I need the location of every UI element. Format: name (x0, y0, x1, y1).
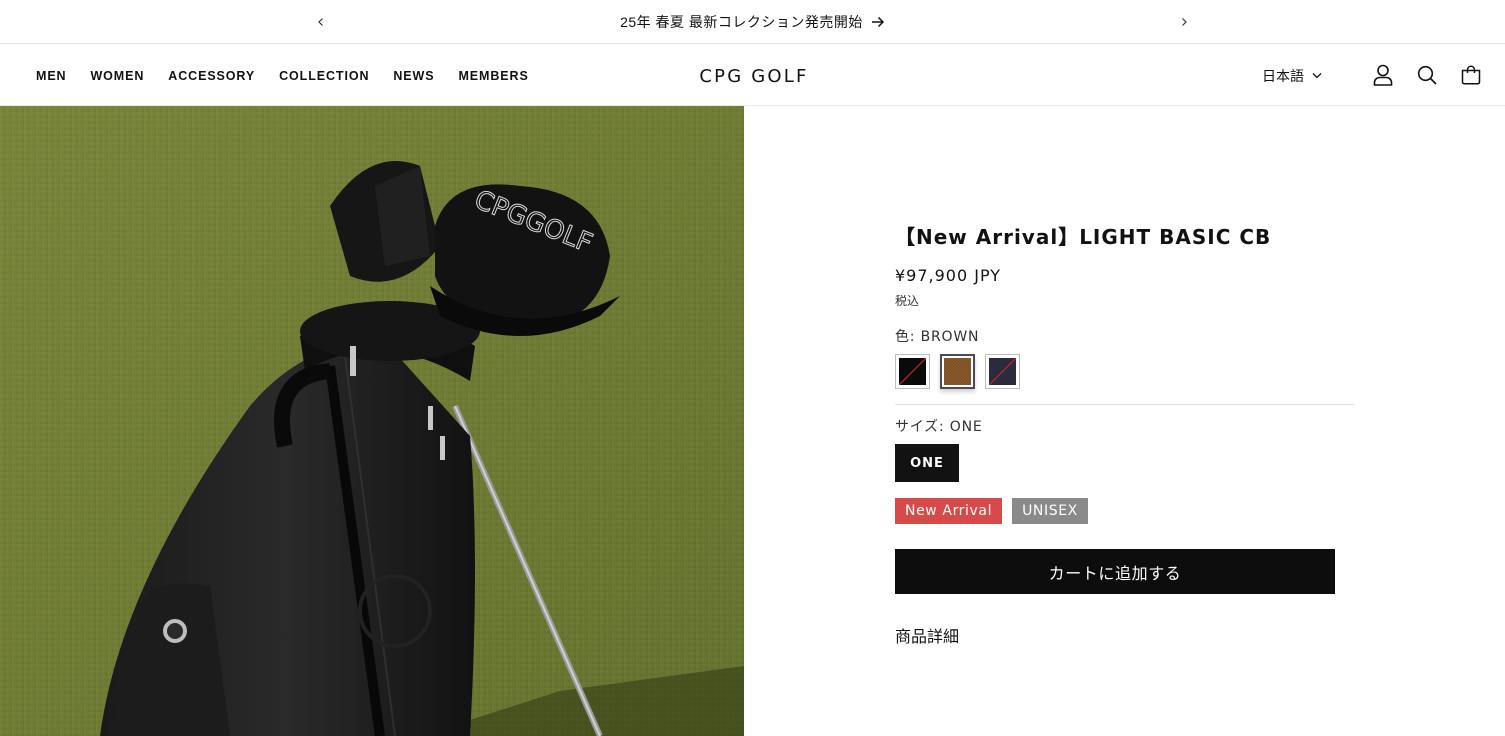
site-header: MEN WOMEN ACCESSORY COLLECTION NEWS MEMB… (0, 45, 1505, 106)
nav-item-news[interactable]: NEWS (393, 69, 434, 83)
chevron-down-icon (1312, 72, 1322, 79)
badge-unisex: UNISEX (1012, 498, 1088, 524)
nav-item-members[interactable]: MEMBERS (458, 69, 528, 83)
tax-note: 税込 (895, 294, 920, 308)
swatch-navy[interactable] (985, 354, 1020, 389)
color-label: 色: BROWN (895, 329, 980, 345)
add-to-cart-button[interactable]: カートに追加する (895, 549, 1335, 594)
product-badges: New Arrival UNISEX (895, 498, 1098, 524)
product-title: 【New Arrival】LIGHT BASIC CB (895, 225, 1272, 249)
cart-button[interactable] (1459, 63, 1483, 87)
product-image[interactable]: CPGGOLF (0, 106, 744, 736)
chevron-right-icon (1182, 18, 1187, 26)
badge-new-arrival: New Arrival (895, 498, 1003, 524)
size-label: サイズ: ONE (895, 419, 983, 435)
cart-icon (1461, 65, 1481, 85)
search-button[interactable] (1415, 63, 1439, 87)
announcement-next-button[interactable] (1173, 11, 1195, 33)
announcement-link[interactable]: 25年 春夏 最新コレクション発売開始 (0, 0, 1505, 44)
nav-item-men[interactable]: MEN (36, 69, 66, 83)
swatch-brown[interactable] (940, 354, 975, 389)
announcement-text: 25年 春夏 最新コレクション発売開始 (620, 14, 863, 30)
nav-item-women[interactable]: WOMEN (90, 69, 144, 83)
language-selector[interactable]: 日本語 (1262, 45, 1322, 106)
arrow-right-icon (871, 16, 885, 28)
search-icon (1417, 65, 1437, 85)
nav-item-collection[interactable]: COLLECTION (279, 69, 369, 83)
account-icon (1373, 64, 1393, 86)
color-swatches (895, 354, 1030, 389)
product-price: ¥97,900 JPY (895, 266, 1002, 285)
swatch-black[interactable] (895, 354, 930, 389)
nav-item-accessory[interactable]: ACCESSORY (168, 69, 255, 83)
account-button[interactable] (1371, 63, 1395, 87)
main-nav: MEN WOMEN ACCESSORY COLLECTION NEWS MEMB… (36, 45, 553, 106)
size-option-one[interactable]: ONE (895, 444, 959, 482)
product-details-toggle[interactable]: 商品詳細 (895, 623, 959, 647)
divider (895, 404, 1355, 405)
language-label: 日本語 (1262, 67, 1304, 84)
site-logo[interactable]: CPG GOLF (692, 63, 816, 89)
announcement-bar: 25年 春夏 最新コレクション発売開始 (0, 0, 1505, 44)
